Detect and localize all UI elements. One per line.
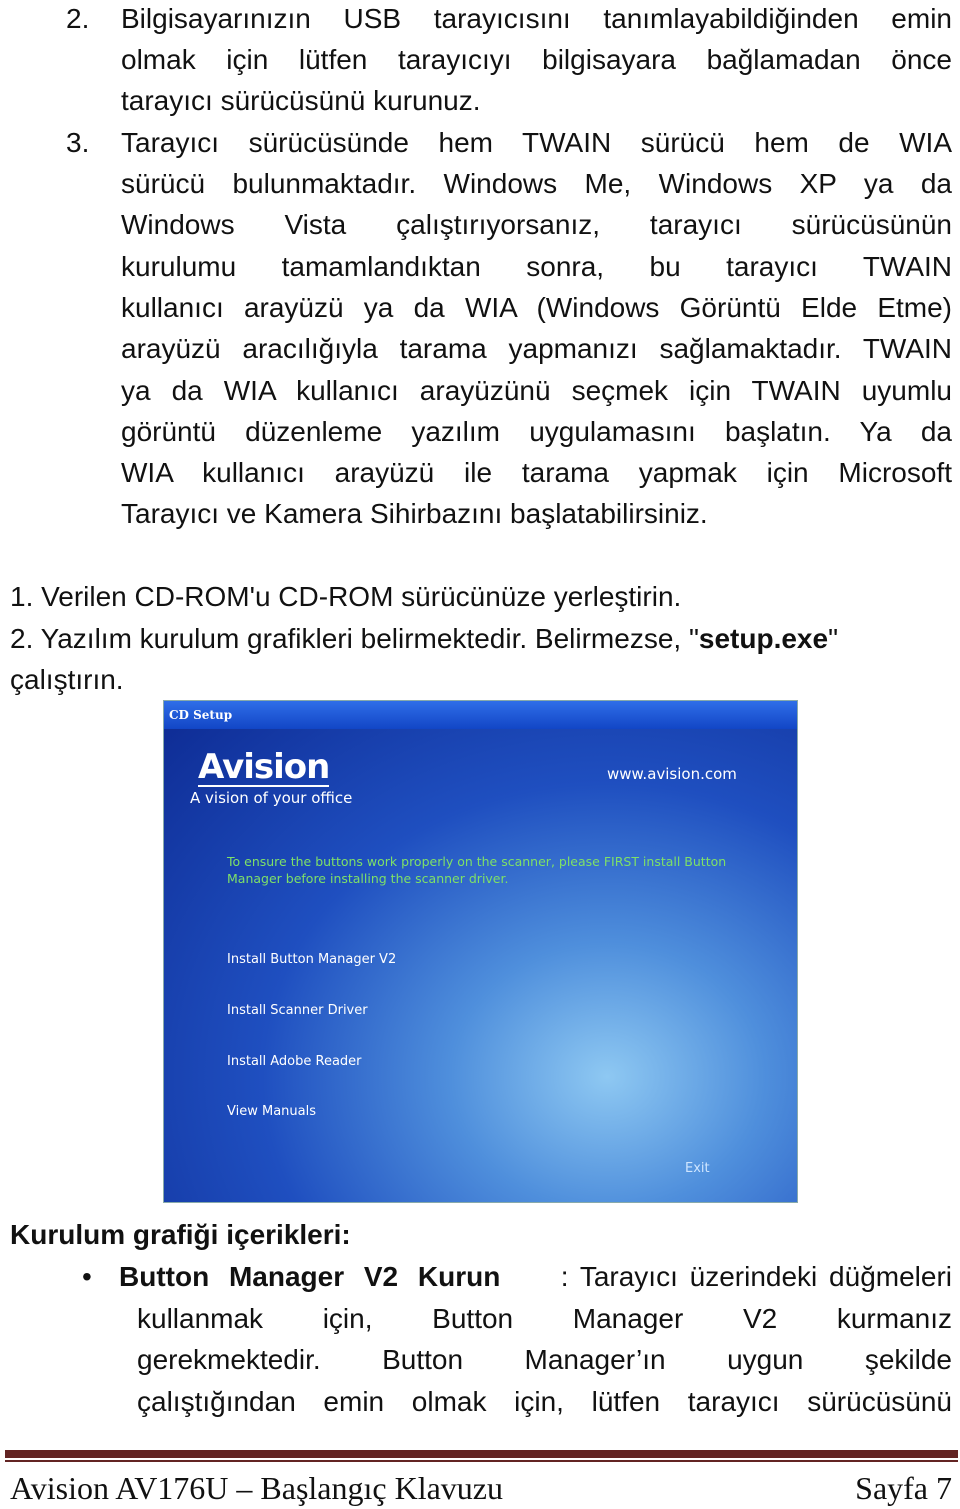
text-line: Tarayıcı ve Kamera Sihirbazını başlatabi…	[121, 498, 708, 529]
text-line: çalıştığından emin olmak için, lütfen ta…	[137, 1386, 952, 1417]
footer-rule	[5, 1450, 958, 1458]
text-line: tarayıcı sürücüsünü kurunuz.	[121, 85, 481, 116]
step-1: 1. Verilen CD-ROM'u CD-ROM sürücünüze ye…	[10, 581, 682, 612]
step-2: 2. Yazılım kurulum grafikleri belirmekte…	[10, 620, 838, 658]
view-manuals[interactable]: View Manuals	[227, 1104, 316, 1119]
contents-heading: Kurulum grafiği içerikleri:	[10, 1219, 351, 1250]
text-line: görüntü düzenleme yazılım uygulamasını b…	[121, 416, 952, 447]
avision-logo: Avision	[198, 747, 330, 787]
text-line: Tarayıcı sürücüsünde hem TWAIN sürücü he…	[121, 127, 952, 158]
text-line: kurulumu tamamlandıktan sonra, bu tarayı…	[121, 251, 952, 282]
warning-text: To ensure the buttons work properly on t…	[227, 854, 727, 886]
install-button-manager[interactable]: Install Button Manager V2	[227, 952, 396, 967]
cd-setup-screenshot: CD Setup Avision A vision of your office…	[163, 700, 798, 1203]
text-line: ya da WIA kullanıcı arayüzünü seçmek içi…	[121, 375, 952, 406]
bullet-icon: •	[82, 1261, 92, 1292]
list-number: 2.	[66, 3, 90, 34]
text-line: olmak için lütfen tarayıcıyı bilgisayara…	[121, 44, 952, 75]
exit-button[interactable]: Exit	[685, 1161, 710, 1176]
text-line: Bilgisayarınızın USB tarayıcısını tanıml…	[121, 3, 952, 34]
setup-exe: setup.exe	[698, 623, 829, 654]
text-line: gerekmektedir. Button Manager’ın uygun ş…	[137, 1344, 952, 1375]
install-adobe-reader[interactable]: Install Adobe Reader	[227, 1054, 362, 1069]
footer-title: Avision AV176U – Başlangıç Klavuzu	[10, 1470, 503, 1506]
step-2-cont: çalıştırın.	[10, 664, 124, 695]
bullet-text: : Tarayıcı üzerindeki düğmeleri	[560, 1261, 952, 1292]
list-number: 3.	[66, 127, 90, 158]
install-scanner-driver[interactable]: Install Scanner Driver	[227, 1003, 368, 1018]
window-title: CD Setup	[164, 701, 797, 729]
step-2-text: 2. Yazılım kurulum grafikleri belirmekte…	[10, 623, 699, 654]
text-line: sürücü bulunmaktadır. Windows Me, Window…	[121, 168, 952, 199]
bullet-bold: Button Manager V2 Kurun	[119, 1261, 501, 1292]
text-line: arayüzü aracılığıyla tarama yapmanızı sa…	[121, 333, 952, 364]
text-line: WIA kullanıcı arayüzü ile tarama yapmak …	[121, 457, 952, 488]
tagline: A vision of your office	[190, 789, 353, 807]
text-line: kullanmak için, Button Manager V2 kurman…	[137, 1303, 952, 1334]
text-line: Windows Vista çalıştırıyorsanız, tarayıc…	[121, 209, 952, 240]
document-page: 2. Bilgisayarınızın USB tarayıcısını tan…	[0, 0, 960, 1509]
footer-rule-thin	[5, 1460, 958, 1462]
quote: "	[828, 623, 839, 654]
page-number: Sayfa 7	[855, 1470, 952, 1506]
bullet-line: Button Manager V2 Kurun : Tarayıcı üzerin…	[119, 1258, 952, 1296]
text-line: kullanıcı arayüzü ya da WIA (Windows Gör…	[121, 292, 952, 323]
website-link[interactable]: www.avision.com	[607, 765, 737, 783]
